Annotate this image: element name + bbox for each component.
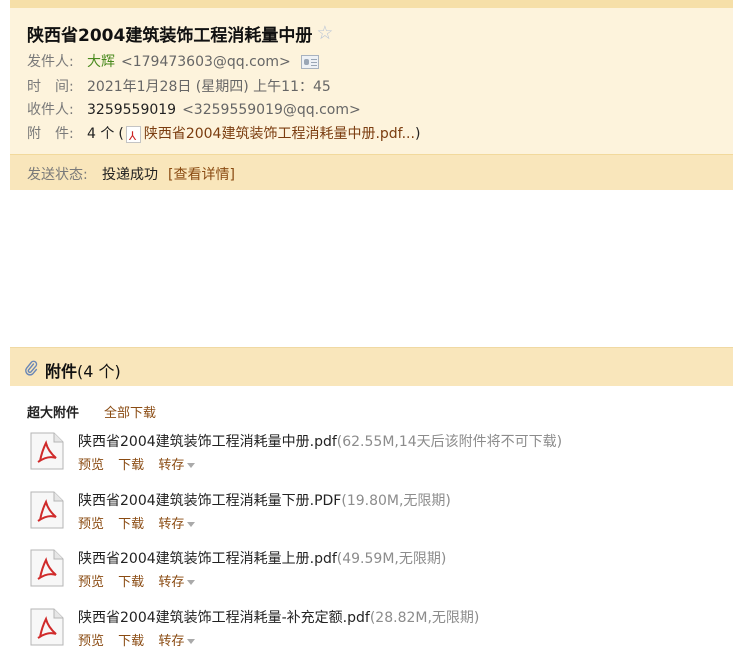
attachments-title-count: (4 个) <box>77 362 121 381</box>
from-label: 发件人: <box>27 54 74 70</box>
save-to-label: 转存 <box>158 634 185 649</box>
attachment-filename[interactable]: 陕西省2004建筑装饰工程消耗量上册.pdf <box>78 551 337 567</box>
attachment-title: 陕西省2004建筑装饰工程消耗量下册.PDF(19.80M,无限期) <box>78 490 451 510</box>
time-row: 时 间: 2021年1月28日 (星期四) 上午11：45 <box>27 77 331 97</box>
attachment-title: 陕西省2004建筑装饰工程消耗量-补充定额.pdf(28.82M,无限期) <box>78 607 479 627</box>
attachment-actions: 预览 下载 转存 <box>78 513 205 532</box>
preview-link[interactable]: 预览 <box>78 575 104 590</box>
to-label: 收件人: <box>27 102 74 118</box>
first-attachment-link[interactable]: 陕西省2004建筑装饰工程消耗量中册.pdf... <box>144 124 415 144</box>
attachment-meta: (19.80M,无限期) <box>341 493 451 509</box>
save-to-dropdown[interactable]: 转存 <box>158 634 196 649</box>
recipient-name[interactable]: 3259559019 <box>87 100 176 120</box>
pdf-file-icon[interactable] <box>28 548 66 588</box>
save-to-dropdown[interactable]: 转存 <box>158 575 196 590</box>
subject-text: 陕西省2004建筑装饰工程消耗量中册 <box>27 26 313 46</box>
sender-address[interactable]: <179473603@qq.com> <box>121 52 291 72</box>
attachments-panel-header: 附件(4 个) <box>10 347 733 386</box>
email-header: 陕西省2004建筑装饰工程消耗量中册 ☆ 发件人: 大辉 <179473603@… <box>10 0 733 190</box>
view-details-link[interactable]: [查看详情] <box>168 164 235 184</box>
attachment-meta: (28.82M,无限期) <box>369 610 480 626</box>
attachment-item: 陕西省2004建筑装饰工程消耗量下册.PDF(19.80M,无限期) 预览 下载… <box>28 490 728 540</box>
attachment-actions: 预览 下载 转存 <box>78 630 205 649</box>
send-status-bar: 发送状态: 投递成功 [查看详情] <box>10 154 733 190</box>
caret-down-icon <box>187 522 196 527</box>
caret-down-icon <box>187 639 196 644</box>
contact-card-icon[interactable] <box>300 55 319 69</box>
attachments-row: 附 件: 4 个 ( 陕西省2004建筑装饰工程消耗量中册.pdf... ) <box>27 124 421 146</box>
to-row: 收件人: 3259559019 <3259559019@qq.com> <box>27 100 361 120</box>
save-to-dropdown[interactable]: 转存 <box>158 458 196 473</box>
attachment-actions: 预览 下载 转存 <box>78 454 205 473</box>
attachment-actions: 预览 下载 转存 <box>78 571 205 590</box>
status-value: 投递成功 <box>102 167 158 183</box>
attachment-item: 陕西省2004建筑装饰工程消耗量中册.pdf(62.55M,14天后该附件将不可… <box>28 431 728 481</box>
header-top-border <box>10 0 733 8</box>
download-link[interactable]: 下载 <box>118 575 144 590</box>
attachment-item: 陕西省2004建筑装饰工程消耗量-补充定额.pdf(28.82M,无限期) 预览… <box>28 607 728 657</box>
pdf-file-icon[interactable] <box>28 431 66 471</box>
download-link[interactable]: 下载 <box>118 634 144 649</box>
attachment-title: 陕西省2004建筑装饰工程消耗量中册.pdf(62.55M,14天后该附件将不可… <box>78 431 562 451</box>
preview-link[interactable]: 预览 <box>78 517 104 532</box>
star-icon[interactable]: ☆ <box>316 24 333 43</box>
attachment-meta: (49.59M,无限期) <box>336 551 447 567</box>
pdf-file-icon[interactable] <box>28 490 66 530</box>
pdf-file-icon <box>125 125 141 146</box>
attachments-count: 4 个 <box>87 126 115 142</box>
time-value: 2021年1月28日 (星期四) 上午11：45 <box>87 79 331 95</box>
attachment-title: 陕西省2004建筑装饰工程消耗量上册.pdf(49.59M,无限期) <box>78 548 446 568</box>
recipient-address[interactable]: <3259559019@qq.com> <box>182 100 361 120</box>
attachment-filename[interactable]: 陕西省2004建筑装饰工程消耗量中册.pdf <box>78 434 337 450</box>
caret-down-icon <box>187 580 196 585</box>
save-to-label: 转存 <box>158 517 185 532</box>
paperclip-icon <box>25 360 38 376</box>
save-to-label: 转存 <box>158 575 185 590</box>
attachment-filename[interactable]: 陕西省2004建筑装饰工程消耗量下册.PDF <box>78 493 341 509</box>
download-all-link[interactable]: 全部下载 <box>104 402 156 421</box>
big-attachments-label: 超大附件 <box>27 406 80 421</box>
save-to-label: 转存 <box>158 458 185 473</box>
download-link[interactable]: 下载 <box>118 517 144 532</box>
pdf-file-icon[interactable] <box>28 607 66 647</box>
attachments-panel-body: 超大附件 全部下载 陕西省2004建筑装饰工程消耗量中册.pdf(62.55M,… <box>10 386 733 667</box>
attachments-panel-title: 附件(4 个) <box>45 358 121 382</box>
attachments-label: 附 件: <box>27 126 74 142</box>
status-label: 发送状态: <box>27 167 88 183</box>
save-to-dropdown[interactable]: 转存 <box>158 517 196 532</box>
preview-link[interactable]: 预览 <box>78 634 104 649</box>
attachments-open-paren: ( <box>118 126 124 142</box>
preview-link[interactable]: 预览 <box>78 458 104 473</box>
sender-name[interactable]: 大辉 <box>87 52 115 72</box>
email-subject: 陕西省2004建筑装饰工程消耗量中册 ☆ <box>27 21 333 47</box>
from-row: 发件人: 大辉 <179473603@qq.com> <box>27 52 319 72</box>
attachment-item: 陕西省2004建筑装饰工程消耗量上册.pdf(49.59M,无限期) 预览 下载… <box>28 548 728 598</box>
caret-down-icon <box>187 463 196 468</box>
attachment-meta: (62.55M,14天后该附件将不可下载) <box>336 434 563 450</box>
attachments-title-text: 附件 <box>45 362 78 381</box>
attachment-filename[interactable]: 陕西省2004建筑装饰工程消耗量-补充定额.pdf <box>78 610 370 626</box>
attachments-close-paren: ) <box>414 126 421 142</box>
time-label: 时 间: <box>27 79 74 95</box>
download-link[interactable]: 下载 <box>118 458 144 473</box>
